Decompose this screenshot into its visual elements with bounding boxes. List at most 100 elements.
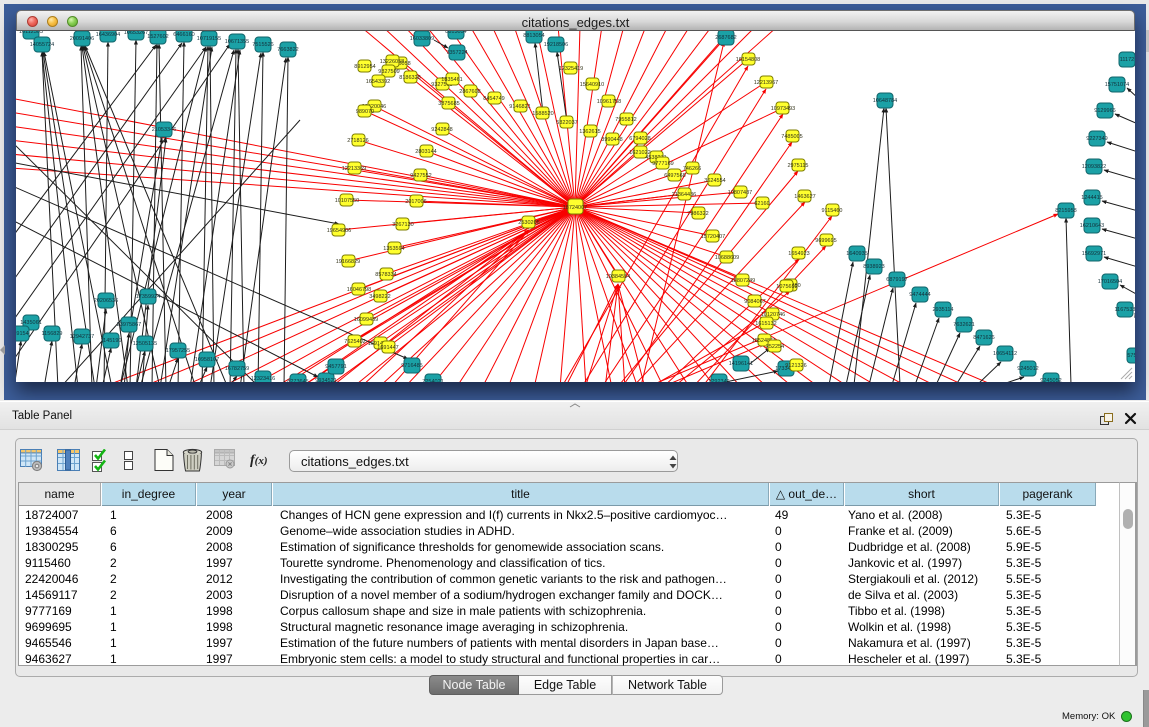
- svg-text:2718126: 2718126: [347, 138, 368, 144]
- svg-text:9242848: 9242848: [431, 127, 452, 133]
- svg-text:7357224: 7357224: [446, 50, 467, 56]
- svg-text:12213369: 12213369: [342, 166, 366, 172]
- svg-text:8813054: 8813054: [445, 31, 466, 35]
- svg-text:16543392: 16543392: [366, 79, 390, 85]
- svg-text:8912954: 8912954: [354, 64, 375, 70]
- svg-text:1292346: 1292346: [708, 379, 729, 382]
- svg-text:2530205: 2530205: [518, 220, 539, 226]
- svg-text:10654112: 10654112: [993, 351, 1017, 357]
- svg-text:252254: 252254: [766, 344, 784, 350]
- svg-text:9716485: 9716485: [401, 363, 422, 369]
- svg-text:8578334: 8578334: [375, 272, 396, 278]
- svg-text:1588520: 1588520: [532, 111, 553, 117]
- svg-text:3624554: 3624554: [704, 178, 725, 184]
- svg-text:7663822: 7663822: [277, 47, 298, 53]
- svg-text:9777169: 9777169: [652, 161, 673, 167]
- svg-text:10719155: 10719155: [197, 36, 221, 42]
- svg-text:9699695: 9699695: [815, 238, 836, 244]
- svg-text:17359924: 17359924: [136, 294, 160, 300]
- svg-text:1145190: 1145190: [100, 338, 121, 344]
- svg-text:7485005: 7485005: [781, 134, 802, 140]
- svg-text:6497568: 6497568: [664, 173, 685, 179]
- svg-text:12323416: 12323416: [251, 376, 275, 382]
- svg-text:14196141: 14196141: [729, 361, 753, 367]
- svg-text:1075692: 1075692: [776, 284, 797, 290]
- svg-text:8938923: 8938923: [863, 264, 884, 270]
- svg-text:18807249: 18807249: [731, 278, 755, 284]
- svg-text:10958107: 10958107: [195, 357, 219, 363]
- svg-text:16099489: 16099489: [354, 317, 378, 323]
- svg-text:9115460: 9115460: [821, 208, 842, 214]
- svg-text:6794028: 6794028: [629, 136, 650, 142]
- svg-text:19654906: 19654906: [327, 228, 351, 234]
- svg-text:1362615: 1362615: [579, 129, 600, 135]
- svg-text:8273645: 8273645: [287, 379, 308, 382]
- svg-text:2803144: 2803144: [415, 149, 436, 155]
- svg-text:1463627: 1463627: [794, 194, 815, 200]
- svg-text:7632621: 7632621: [953, 322, 974, 328]
- svg-text:13226058: 13226058: [380, 59, 404, 65]
- svg-text:10107550: 10107550: [335, 198, 359, 204]
- svg-text:19218506: 19218506: [544, 42, 568, 48]
- svg-text:1654923: 1654923: [788, 251, 809, 257]
- svg-text:9327509: 9327509: [378, 69, 399, 75]
- svg-text:5322037: 5322037: [556, 120, 577, 126]
- svg-text:21364436: 21364436: [672, 192, 696, 198]
- svg-text:12325419: 12325419: [559, 66, 583, 72]
- svg-text:62160: 62160: [754, 201, 769, 207]
- svg-text:11172: 11172: [1120, 57, 1134, 63]
- svg-text:9427552: 9427552: [410, 173, 431, 179]
- svg-text:2975115: 2975115: [787, 163, 808, 169]
- svg-text:10688609: 10688609: [715, 255, 739, 261]
- svg-text:9146821: 9146821: [509, 104, 530, 110]
- svg-text:20091406: 20091406: [70, 36, 94, 42]
- svg-text:8454749: 8454749: [483, 96, 504, 102]
- svg-text:10973493: 10973493: [771, 106, 795, 112]
- svg-text:9084067: 9084067: [744, 299, 765, 305]
- svg-text:8813054: 8813054: [523, 33, 544, 39]
- svg-text:1691447: 1691447: [377, 345, 398, 351]
- svg-text:1615132: 1615132: [755, 321, 776, 327]
- svg-text:7625402: 7625402: [344, 339, 365, 345]
- svg-text:39154: 39154: [16, 331, 29, 337]
- svg-text:6879197: 6879197: [886, 277, 907, 283]
- svg-text:9934521: 9934521: [315, 378, 336, 382]
- svg-text:1435061: 1435061: [20, 320, 41, 326]
- svg-text:8186328: 8186328: [399, 75, 420, 81]
- svg-text:9129966: 9129966: [1094, 108, 1115, 114]
- svg-text:9245012: 9245012: [1017, 366, 1038, 372]
- svg-text:10671355: 10671355: [225, 39, 249, 45]
- svg-text:14055724: 14055724: [30, 42, 54, 48]
- svg-text:18724007: 18724007: [563, 205, 587, 211]
- svg-text:16033809: 16033809: [410, 36, 434, 42]
- svg-text:2017006: 2017006: [405, 199, 426, 205]
- svg-text:7515526: 7515526: [252, 42, 273, 48]
- svg-text:57533: 57533: [1127, 353, 1135, 359]
- svg-text:9457791: 9457791: [325, 364, 346, 370]
- svg-text:6466160: 6466160: [173, 32, 194, 38]
- svg-text:746266: 746266: [683, 166, 701, 172]
- svg-text:16046798: 16046798: [347, 287, 371, 293]
- svg-text:10648784: 10648784: [873, 98, 897, 104]
- svg-text:8471626: 8471626: [973, 335, 994, 341]
- svg-text:16782759: 16782759: [225, 366, 249, 372]
- svg-text:20206536: 20206536: [94, 298, 118, 304]
- svg-text:10961758: 10961758: [597, 99, 621, 105]
- svg-text:17016504: 17016504: [1098, 279, 1122, 285]
- svg-text:9474444: 9474444: [909, 292, 930, 298]
- svg-text:7955812: 7955812: [615, 117, 636, 123]
- svg-text:9121326: 9121326: [785, 363, 806, 369]
- svg-text:2935114: 2935114: [932, 307, 953, 313]
- svg-text:23975867: 23975867: [117, 322, 141, 328]
- svg-text:12213967: 12213967: [754, 80, 778, 86]
- svg-text:2687682: 2687682: [715, 35, 736, 41]
- svg-text:989070: 989070: [356, 109, 374, 115]
- svg-text:12093822: 12093822: [1082, 164, 1106, 170]
- svg-text:8215958: 8215958: [1055, 208, 1076, 214]
- svg-text:10807487: 10807487: [728, 190, 752, 196]
- svg-text:9227349: 9227349: [1086, 136, 1107, 142]
- svg-text:1640935: 1640935: [846, 251, 867, 257]
- svg-text:21053346: 21053346: [152, 127, 176, 133]
- svg-text:3498222: 3498222: [369, 294, 390, 300]
- svg-text:16436904: 16436904: [96, 32, 120, 38]
